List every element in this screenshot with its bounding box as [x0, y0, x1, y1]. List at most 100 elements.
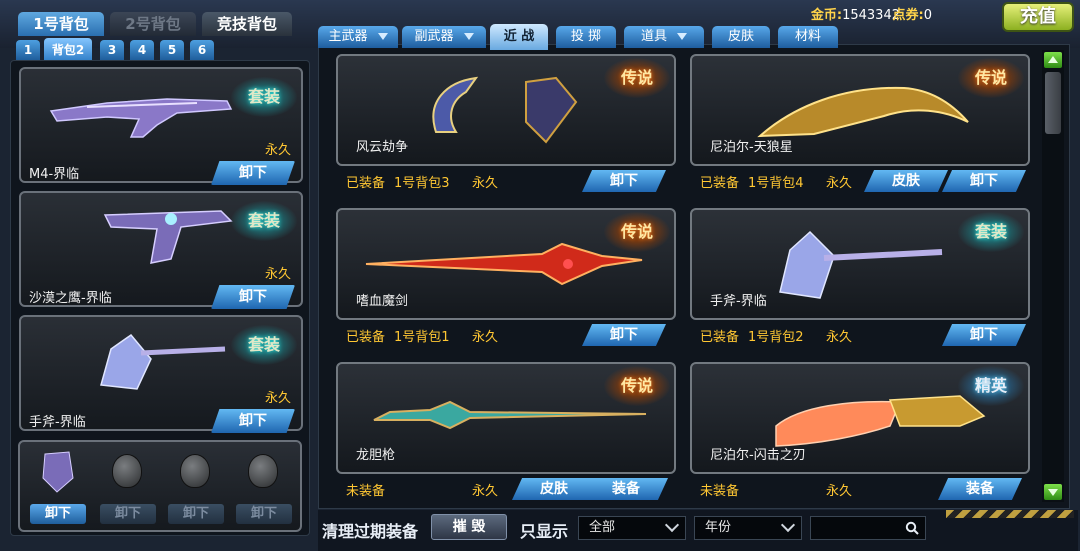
destroy-button[interactable]: 摧 毁	[431, 514, 507, 540]
coins-label: 金币:	[810, 8, 843, 23]
equipped-slot-primary[interactable]: 套装 永久 M4-界临 卸下	[19, 67, 303, 185]
bag-tab-2[interactable]: 2号背包	[110, 12, 196, 36]
item-card[interactable]: 套装 手斧-界临 已装备 1号背包2 永久 卸下	[690, 208, 1030, 354]
grenade-slot-2[interactable]	[100, 446, 154, 496]
equip-status: 已装备	[346, 330, 386, 345]
grenade-icon	[112, 454, 142, 488]
sub-tab-3[interactable]: 3	[100, 40, 124, 60]
grenade-slots: 卸下 卸下 卸下 卸下	[18, 440, 302, 532]
tab-throwable[interactable]: 投 掷	[556, 26, 616, 48]
chevron-down-icon	[377, 33, 388, 40]
tab-primary-weapon[interactable]: 主武器	[318, 26, 398, 48]
bag-tab-1[interactable]: 1号背包	[18, 12, 104, 36]
skin-button[interactable]: 皮肤	[512, 478, 596, 500]
tab-secondary-weapon[interactable]: 副武器	[402, 26, 486, 48]
bag-location: 1号背包4	[748, 176, 804, 191]
item-name: 嗜血魔剑	[356, 294, 409, 309]
search-icon[interactable]	[905, 521, 919, 535]
scroll-down-button[interactable]	[1044, 484, 1062, 500]
tab-skins[interactable]: 皮肤	[712, 26, 770, 48]
duration-text: 永久	[826, 330, 853, 345]
legend-badge: 传说	[604, 366, 670, 406]
tab-props[interactable]: 道具	[624, 26, 704, 48]
scrollbar[interactable]	[1042, 50, 1064, 502]
item-name: 尼泊尔-闪击之刃	[710, 448, 806, 463]
axe-icon	[100, 333, 226, 390]
unequip-button[interactable]: 卸下	[942, 324, 1026, 346]
unequip-button[interactable]: 卸下	[211, 161, 295, 185]
item-card[interactable]: 传说 龙胆枪 未装备 永久 皮肤 装备	[336, 362, 676, 508]
recharge-button[interactable]: 充值	[1002, 2, 1074, 32]
grenade-slot-3[interactable]	[168, 446, 222, 496]
chevron-down-icon	[463, 33, 474, 40]
scroll-thumb[interactable]	[1045, 72, 1061, 134]
item-card[interactable]: 传说 风云劫争 已装备 1号背包3 永久 卸下	[336, 54, 676, 200]
equip-status: 已装备	[700, 176, 740, 191]
item-card[interactable]: 传说 嗜血魔剑 已装备 1号背包1 永久 卸下	[336, 208, 676, 354]
equip-button[interactable]: 装备	[938, 478, 1022, 500]
year-select[interactable]: 年份	[694, 516, 802, 540]
special-grenade-icon	[42, 451, 74, 493]
sub-tab-6[interactable]: 6	[190, 40, 214, 60]
equip-status: 未装备	[346, 484, 386, 499]
equipped-slot-secondary[interactable]: 套装 永久 沙漠之鹰-界临 卸下	[19, 191, 303, 309]
dual-blades-icon	[432, 76, 578, 144]
filter-select[interactable]: 全部	[578, 516, 686, 540]
pistol-icon	[103, 210, 233, 264]
grenade-unequip-button[interactable]: 卸下	[100, 504, 156, 524]
equip-status: 已装备	[346, 176, 386, 191]
scroll-up-button[interactable]	[1044, 52, 1062, 68]
skin-button[interactable]: 皮肤	[864, 170, 948, 192]
sub-tab-4[interactable]: 4	[130, 40, 154, 60]
grenade-unequip-button[interactable]: 卸下	[168, 504, 224, 524]
duration-text: 永久	[472, 484, 499, 499]
grenade-slot-1[interactable]	[30, 446, 84, 496]
bag-location: 1号背包3	[394, 176, 450, 191]
duration-text: 永久	[472, 330, 499, 345]
legend-badge: 传说	[604, 212, 670, 252]
unequip-button[interactable]: 卸下	[582, 170, 666, 192]
item-card[interactable]: 传说 尼泊尔-天狼星 已装备 1号背包4 永久 皮肤 卸下	[690, 54, 1030, 200]
tab-label: 主武器	[328, 29, 368, 44]
grenade-unequip-button[interactable]: 卸下	[30, 504, 86, 524]
sub-tab-5[interactable]: 5	[160, 40, 184, 60]
unequip-button[interactable]: 卸下	[211, 285, 295, 309]
grenade-slot-4[interactable]	[236, 446, 290, 496]
item-name: 风云劫争	[356, 140, 409, 155]
clear-expired-label: 清理过期装备	[322, 522, 419, 541]
item-name: 沙漠之鹰-界临	[29, 291, 112, 306]
duration-text: 永久	[826, 484, 853, 499]
sub-tab-2[interactable]: 背包2	[44, 38, 92, 62]
item-name: 龙胆枪	[356, 448, 396, 463]
equipped-slot-melee[interactable]: 套装 永久 手斧-界临 卸下	[19, 315, 303, 433]
spear-icon	[373, 400, 647, 430]
set-badge: 套装	[231, 201, 297, 241]
unequip-button[interactable]: 卸下	[942, 170, 1026, 192]
item-name: 尼泊尔-天狼星	[710, 140, 793, 155]
duration-text: 永久	[264, 267, 291, 282]
equip-button[interactable]: 装备	[584, 478, 668, 500]
tab-melee[interactable]: 近 战	[490, 24, 548, 50]
bottom-toolbar: 清理过期装备 摧 毁 只显示 全部 年份	[318, 510, 1078, 551]
chevron-down-icon	[780, 517, 796, 533]
bag-location: 1号背包1	[394, 330, 450, 345]
sub-tab-1[interactable]: 1	[16, 40, 40, 60]
coins-display: 金币:1543342	[811, 4, 900, 23]
legend-badge: 传说	[604, 58, 670, 98]
points-display: 点券:0	[893, 4, 932, 23]
elite-badge: 精英	[958, 366, 1024, 406]
axe-icon	[779, 230, 943, 299]
grenade-unequip-button[interactable]: 卸下	[236, 504, 292, 524]
unequip-button[interactable]: 卸下	[582, 324, 666, 346]
duration-text: 永久	[826, 176, 853, 191]
arrow-up-icon	[1048, 56, 1058, 63]
set-badge: 套装	[231, 325, 297, 365]
bag-tab-arena[interactable]: 竞技背包	[202, 12, 292, 36]
duration-text: 永久	[264, 143, 291, 158]
item-card[interactable]: 精英 尼泊尔-闪击之刃 未装备 永久 装备	[690, 362, 1030, 508]
duration-text: 永久	[264, 391, 291, 406]
tab-materials[interactable]: 材料	[778, 26, 838, 48]
unequip-button[interactable]: 卸下	[211, 409, 295, 433]
search-input[interactable]	[810, 516, 926, 540]
rifle-icon	[49, 98, 233, 138]
